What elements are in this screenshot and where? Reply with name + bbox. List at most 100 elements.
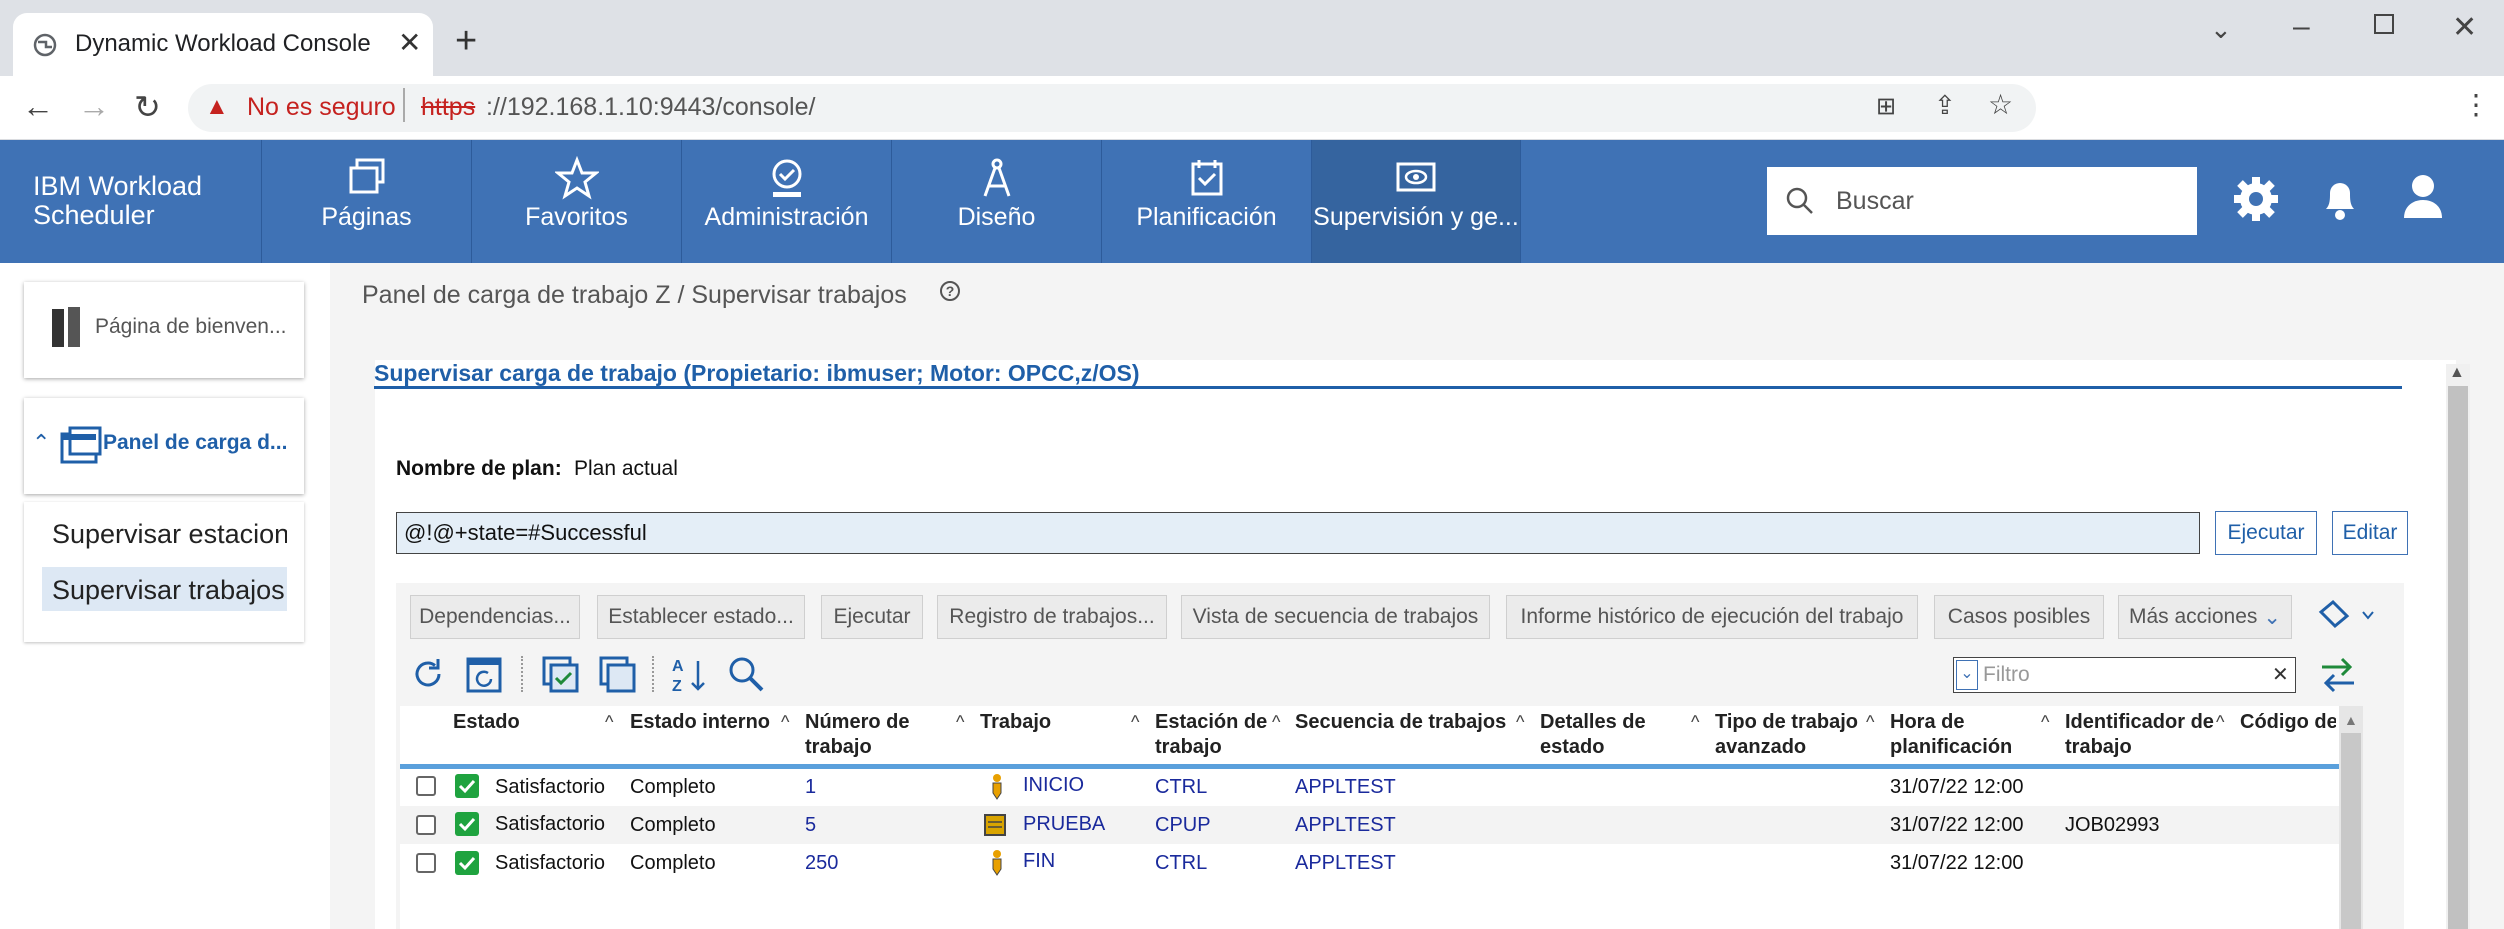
cell-trabajo[interactable]: FIN: [1023, 850, 1055, 873]
col-estado-interno[interactable]: Estado interno: [630, 710, 770, 735]
col-trabajo[interactable]: Trabajo: [980, 710, 1051, 735]
col-codigo[interactable]: Código de: [2240, 710, 2336, 735]
nav-label: Páginas: [321, 203, 412, 231]
nav-paginas[interactable]: Páginas: [261, 140, 471, 263]
find-icon[interactable]: [727, 655, 767, 695]
col-secuencia[interactable]: Secuencia de trabajos: [1295, 710, 1506, 735]
reload-icon[interactable]: ↻: [134, 88, 161, 126]
scroll-up-icon[interactable]: ▲: [2449, 364, 2465, 382]
tab-close-icon[interactable]: ✕: [398, 26, 421, 59]
col-identificador[interactable]: Identificador de trabajo: [2065, 710, 2214, 760]
set-status-button[interactable]: Establecer estado...: [597, 595, 805, 639]
sort-icon[interactable]: AZ: [670, 655, 710, 695]
cell-secuencia[interactable]: APPLTEST: [1295, 814, 1396, 837]
cell-interno: Completo: [630, 852, 716, 874]
sort-arrow-icon[interactable]: ^: [781, 712, 789, 733]
job-stream-view-button[interactable]: Vista de secuencia de trabajos: [1181, 595, 1490, 639]
cell-interno: Completo: [630, 814, 716, 836]
sort-arrow-icon[interactable]: ^: [1272, 712, 1280, 733]
sort-arrow-icon[interactable]: ^: [1516, 712, 1524, 733]
col-tipo[interactable]: Tipo de trabajo avanzado: [1715, 710, 1858, 760]
row-checkbox[interactable]: [416, 815, 436, 835]
share-icon[interactable]: ⇪: [1934, 90, 1956, 121]
translate-icon[interactable]: ⊞: [1876, 92, 1896, 121]
sort-arrow-icon[interactable]: ^: [2216, 712, 2224, 733]
bell-icon[interactable]: [2318, 173, 2362, 225]
maximize-icon[interactable]: [2374, 14, 2394, 34]
cell-estacion[interactable]: CPUP: [1155, 814, 1211, 837]
refresh-icon[interactable]: [412, 655, 446, 693]
sort-arrow-icon[interactable]: ^: [1866, 712, 1874, 733]
sort-arrow-icon[interactable]: ^: [2041, 712, 2049, 733]
warning-icon[interactable]: ▲: [205, 93, 229, 121]
cell-trabajo[interactable]: INICIO: [1023, 774, 1084, 797]
minimize-icon[interactable]: –: [2293, 10, 2310, 44]
globe-icon: [33, 33, 57, 57]
cell-secuencia[interactable]: APPLTEST: [1295, 776, 1396, 799]
gear-icon[interactable]: [2230, 173, 2282, 225]
cell-numero[interactable]: 1: [805, 776, 816, 799]
browser-menu-icon[interactable]: ⋮: [2462, 88, 2490, 121]
book-icon: [52, 307, 80, 347]
select-all-icon[interactable]: [541, 655, 581, 693]
nav-favoritos[interactable]: Favoritos: [471, 140, 681, 263]
back-icon[interactable]: ←: [22, 88, 54, 125]
sort-arrow-icon[interactable]: ^: [605, 712, 613, 733]
run-button[interactable]: Ejecutar: [821, 595, 923, 639]
cell-estado: Satisfactorio: [495, 776, 606, 798]
deselect-all-icon[interactable]: [598, 655, 638, 693]
nav-diseno[interactable]: Diseño: [891, 140, 1101, 263]
search-field[interactable]: [1767, 167, 2197, 235]
run-query-button[interactable]: Ejecutar: [2215, 511, 2317, 555]
clear-filter-icon[interactable]: ✕: [2272, 662, 2289, 687]
more-actions-button[interactable]: Más acciones ⌄: [2118, 595, 2292, 639]
help-icon[interactable]: ?: [940, 281, 960, 301]
nav-planificacion[interactable]: Planificación: [1101, 140, 1311, 263]
col-estacion[interactable]: Estación de trabajo: [1155, 710, 1267, 760]
forward-icon[interactable]: →: [78, 88, 110, 125]
window-close-icon[interactable]: ✕: [2452, 10, 2477, 45]
row-checkbox[interactable]: [416, 853, 436, 873]
job-log-button[interactable]: Registro de trabajos...: [937, 595, 1167, 639]
nav-supervision[interactable]: Supervisión y ge...: [1311, 140, 1521, 263]
success-check-icon: [455, 812, 479, 836]
cell-secuencia[interactable]: APPLTEST: [1295, 852, 1396, 875]
new-tab-icon[interactable]: +: [455, 20, 477, 63]
sort-arrow-icon[interactable]: ^: [956, 712, 964, 733]
dependencies-button[interactable]: Dependencias...: [410, 595, 580, 639]
col-detalles[interactable]: Detalles de estado: [1540, 710, 1646, 760]
chevron-up-icon[interactable]: ⌃: [32, 430, 50, 456]
what-if-button[interactable]: Casos posibles: [1934, 595, 2104, 639]
filter-dropdown-icon[interactable]: ⌄: [1956, 660, 1978, 690]
user-icon[interactable]: [2400, 170, 2446, 222]
paint-bucket-icon[interactable]: [2315, 598, 2375, 634]
row-checkbox[interactable]: [416, 776, 436, 796]
cell-numero[interactable]: 250: [805, 852, 838, 875]
bookmark-star-icon[interactable]: ☆: [1988, 88, 2013, 121]
security-label[interactable]: No es seguro: [247, 93, 396, 122]
sort-arrow-icon[interactable]: ^: [1131, 712, 1139, 733]
sort-arrow-icon[interactable]: ^: [1691, 712, 1699, 733]
admin-check-icon: [772, 159, 801, 197]
cell-estacion[interactable]: CTRL: [1155, 776, 1207, 799]
nav-administracion[interactable]: Administración: [681, 140, 891, 263]
tab-search-icon[interactable]: ⌄: [2210, 14, 2232, 45]
table-scrollbar-thumb[interactable]: [2341, 733, 2361, 929]
cell-numero[interactable]: 5: [805, 814, 816, 837]
cell-estacion[interactable]: CTRL: [1155, 852, 1207, 875]
col-estado[interactable]: Estado: [453, 710, 520, 735]
planning-icon: [1191, 160, 1222, 196]
col-hora[interactable]: Hora de planificación: [1890, 710, 2012, 760]
edit-query-button[interactable]: Editar: [2332, 511, 2408, 555]
submenu-monitor-jobs[interactable]: Supervisar trabajos: [52, 575, 287, 606]
col-numero[interactable]: Número de trabajo: [805, 710, 909, 760]
auto-refresh-icon[interactable]: [465, 655, 503, 693]
submenu-monitor-stations[interactable]: Supervisar estacion: [52, 519, 287, 550]
tab-title: Dynamic Workload Console: [75, 30, 371, 57]
panel-scrollbar-thumb[interactable]: [2448, 386, 2468, 929]
filter-settings-icon[interactable]: [2318, 655, 2358, 695]
query-input[interactable]: [396, 512, 2200, 554]
cell-trabajo[interactable]: PRUEBA: [1023, 813, 1105, 836]
table-scroll-up-icon[interactable]: ▲: [2344, 712, 2358, 728]
job-history-report-button[interactable]: Informe histórico de ejecución del traba…: [1506, 595, 1918, 639]
